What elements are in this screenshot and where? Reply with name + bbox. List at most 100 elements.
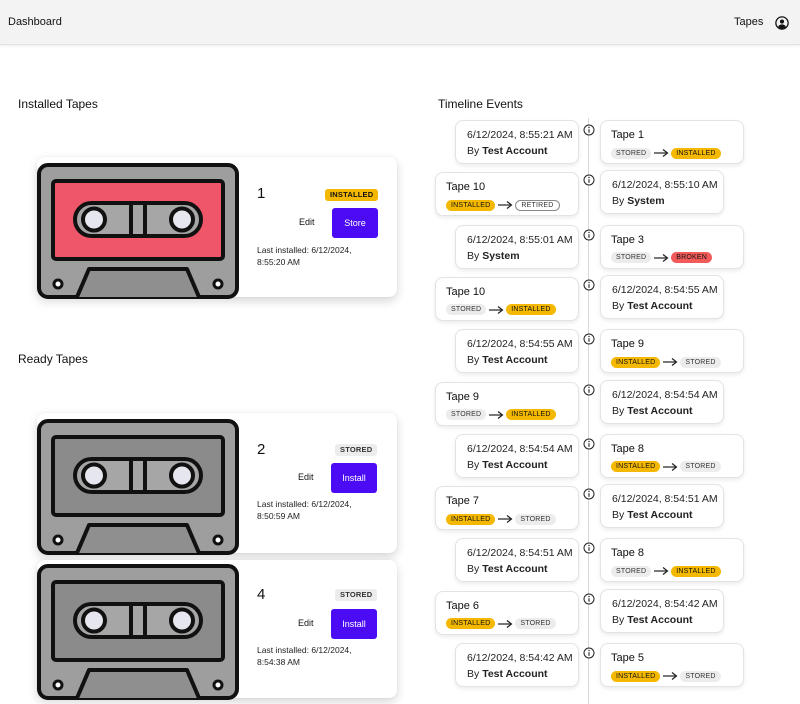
event-timestamp: 6/12/2024, 8:54:55 AM	[467, 338, 573, 351]
event-actor-name: Test Account	[482, 354, 548, 367]
arrow-right-icon	[654, 253, 669, 262]
timeline-time-card: 6/12/2024, 8:54:51 AM By Test Account	[600, 484, 724, 529]
info-icon[interactable]	[583, 333, 595, 345]
timeline-event-card[interactable]: Tape 9 STORED INSTALLED	[435, 381, 579, 426]
status-transition: INSTALLED STORED	[446, 513, 556, 525]
to-status-badge: STORED	[515, 513, 556, 525]
event-actor-name: Test Account	[482, 668, 548, 680]
top-app-bar: Dashboard Tapes	[0, 0, 800, 45]
timeline-time-card: 6/12/2024, 8:55:10 AM By System	[600, 170, 724, 215]
arrow-right-icon	[498, 515, 513, 524]
timeline-event-card[interactable]: Tape 6 INSTALLED STORED	[435, 590, 579, 635]
arrow-right-icon	[498, 201, 513, 210]
tape-number: 2	[257, 441, 266, 458]
from-status-badge: INSTALLED	[611, 461, 661, 473]
store-button[interactable]: Store	[332, 208, 378, 238]
event-tape-title: Tape 8	[611, 547, 645, 560]
to-status-badge: INSTALLED	[506, 304, 556, 316]
to-status-badge: INSTALLED	[506, 409, 556, 420]
status-transition: STORED INSTALLED	[611, 565, 721, 577]
event-actor-prefix: By	[612, 299, 625, 312]
event-tape-title: Tape 10	[446, 181, 486, 194]
event-timestamp: 6/12/2024, 8:54:51 AM	[612, 493, 718, 506]
event-actor-prefix: By	[467, 354, 480, 367]
timeline-time-card: 6/12/2024, 8:55:01 AM By System	[455, 224, 579, 269]
timeline-event-card[interactable]: Tape 5 INSTALLED STORED	[600, 643, 744, 687]
dashboard-link[interactable]: Dashboard	[8, 16, 62, 28]
event-actor-name: Test Account	[482, 458, 548, 471]
event-actor: By Test Account	[467, 145, 548, 157]
timeline-event-card[interactable]: Tape 8 INSTALLED STORED	[600, 433, 744, 478]
timeline-event-card[interactable]: Tape 8 STORED INSTALLED	[600, 538, 744, 583]
event-actor: By Test Account	[467, 354, 548, 366]
from-status-badge: INSTALLED	[446, 618, 496, 630]
info-icon[interactable]	[583, 593, 595, 605]
from-status-badge: STORED	[446, 304, 487, 316]
to-status-badge: STORED	[680, 670, 721, 682]
timeline-event-card[interactable]: Tape 10 INSTALLED RETIRED	[435, 172, 579, 217]
event-actor: By Test Account	[612, 614, 693, 626]
status-badge: STORED	[335, 589, 378, 601]
account-circle-icon[interactable]	[775, 16, 789, 30]
arrow-right-icon	[654, 567, 669, 576]
info-icon[interactable]	[583, 542, 595, 554]
from-status-badge: STORED	[446, 409, 487, 420]
info-icon[interactable]	[583, 279, 595, 291]
event-timestamp: 6/12/2024, 8:54:54 AM	[467, 442, 573, 455]
event-tape-title: Tape 3	[611, 233, 645, 246]
timeline-event-card[interactable]: Tape 3 STORED BROKEN	[600, 224, 744, 269]
arrow-right-icon	[663, 462, 678, 471]
cassette-tape-icon	[37, 163, 239, 299]
event-actor-prefix: By	[612, 404, 625, 417]
last-installed-text: Last installed: 6/12/2024, 8:50:59 AM	[257, 499, 352, 521]
to-status-badge: STORED	[680, 356, 721, 368]
event-actor: By Test Account	[612, 405, 693, 417]
cassette-tape-icon	[37, 564, 239, 700]
nav-tapes-link[interactable]: Tapes	[734, 16, 763, 28]
timeline-time-card: 6/12/2024, 8:55:21 AM By Test Account	[455, 120, 579, 164]
status-transition: INSTALLED STORED	[611, 356, 721, 368]
timeline-time-card: 6/12/2024, 8:54:54 AM By Test Account	[455, 433, 579, 478]
event-timestamp: 6/12/2024, 8:55:10 AM	[612, 179, 718, 192]
status-transition: INSTALLED STORED	[611, 461, 721, 473]
event-tape-title: Tape 7	[446, 495, 480, 508]
timeline-time-card: 6/12/2024, 8:54:42 AM By Test Account	[600, 588, 724, 633]
timeline-event-card[interactable]: Tape 10 STORED INSTALLED	[435, 276, 579, 321]
event-actor-prefix: By	[467, 145, 480, 157]
to-status-badge: INSTALLED	[671, 565, 721, 577]
info-icon[interactable]	[583, 488, 595, 500]
info-icon[interactable]	[583, 647, 595, 659]
timeline-event-card[interactable]: Tape 1 STORED INSTALLED	[600, 120, 744, 164]
edit-button[interactable]: Edit	[299, 217, 315, 227]
status-transition: STORED BROKEN	[611, 252, 713, 264]
ready-tapes-title: Ready Tapes	[18, 352, 88, 366]
info-icon[interactable]	[583, 384, 595, 396]
event-timestamp: 6/12/2024, 8:54:54 AM	[612, 388, 718, 401]
install-button[interactable]: Install	[331, 463, 377, 493]
event-actor: By Test Account	[467, 668, 548, 680]
to-status-badge: INSTALLED	[671, 147, 721, 159]
event-tape-title: Tape 8	[611, 442, 645, 455]
arrow-right-icon	[654, 149, 669, 157]
timeline-event-card[interactable]: Tape 9 INSTALLED STORED	[600, 329, 744, 374]
event-actor-prefix: By	[467, 668, 480, 680]
timeline-time-card: 6/12/2024, 8:54:42 AM By Test Account	[455, 643, 579, 687]
from-status-badge: INSTALLED	[446, 199, 496, 211]
timeline-time-card: 6/12/2024, 8:54:55 AM By Test Account	[455, 329, 579, 374]
edit-button[interactable]: Edit	[298, 472, 314, 482]
install-button[interactable]: Install	[331, 609, 377, 639]
info-icon[interactable]	[583, 229, 595, 241]
arrow-right-icon	[663, 672, 678, 680]
info-icon[interactable]	[583, 438, 595, 450]
event-actor-name: System	[627, 195, 665, 208]
info-icon[interactable]	[583, 124, 595, 136]
timeline-event-card[interactable]: Tape 7 INSTALLED STORED	[435, 486, 579, 531]
tape-number: 1	[257, 185, 266, 202]
status-badge: STORED	[335, 444, 378, 456]
from-status-badge: STORED	[611, 252, 652, 264]
event-actor: By Test Account	[467, 563, 548, 575]
cassette-tape-icon	[37, 419, 239, 555]
event-actor: By Test Account	[467, 459, 548, 471]
info-icon[interactable]	[583, 174, 595, 186]
edit-button[interactable]: Edit	[298, 618, 314, 628]
